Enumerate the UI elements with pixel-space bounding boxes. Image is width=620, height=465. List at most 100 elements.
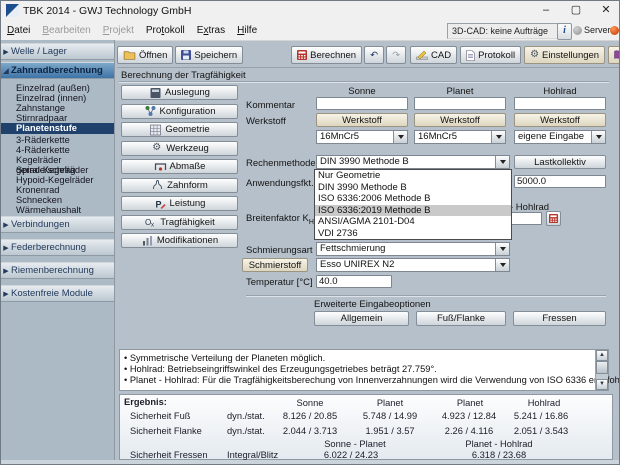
extended-fressen-button[interactable]: Fressen — [513, 311, 606, 326]
lubrication-type-select[interactable]: Fettschmierung — [316, 242, 510, 256]
nav-auslegung-button[interactable]: Auslegung — [121, 85, 238, 100]
row-type: dyn./stat. — [227, 426, 265, 436]
method-option[interactable]: ISO 6336:2006 Methode B — [315, 193, 511, 205]
nav-abmasse-button[interactable]: Abmaße — [121, 159, 238, 174]
column-header-sonne: Sonne — [316, 86, 408, 97]
load-spectrum-button[interactable]: Lastkollektiv — [514, 155, 606, 169]
arrow-up-icon: ▲ — [599, 352, 605, 358]
close-button[interactable]: ✕ — [593, 1, 619, 21]
protocol-button[interactable]: Protokoll — [460, 46, 521, 64]
nav-leistung-button[interactable]: P Leistung — [121, 196, 238, 211]
menu-projekt[interactable]: Projekt — [97, 25, 140, 36]
menu-bearbeiten[interactable]: Bearbeiten — [36, 25, 96, 36]
lubricant-button[interactable]: Schmierstoff — [242, 258, 308, 272]
minimize-button[interactable]: – — [533, 1, 559, 21]
sidebar-item-zahnstange[interactable]: Zahnstange — [1, 103, 114, 113]
lubricant-select[interactable]: Esso UNIREX N2 — [316, 258, 510, 272]
material-sonne-button[interactable]: Werkstoff — [316, 113, 408, 127]
maximize-button[interactable]: ▢ — [563, 1, 589, 21]
sidebar-item-schnecken[interactable]: Schnecken — [1, 195, 114, 205]
dropdown-arrow-icon — [596, 135, 602, 139]
comment-sonne-input[interactable] — [316, 97, 408, 110]
floppy-icon — [181, 50, 191, 60]
result-value: 8.126 / 20.85 — [265, 411, 355, 421]
nav-tragfaehigkeit-button[interactable]: Ox Tragfähigkeit — [121, 215, 238, 230]
method-select[interactable]: DIN 3990 Methode B — [316, 155, 510, 169]
nav-konfiguration-button[interactable]: Konfiguration — [121, 104, 238, 119]
scroll-down-button[interactable]: ▼ — [596, 379, 608, 390]
message-line: • Hohlrad: Betriebseingriffswinkel des E… — [124, 364, 437, 374]
open-button[interactable]: Öffnen — [117, 46, 173, 64]
pencil-icon — [416, 50, 428, 60]
redo-button[interactable]: ↷ — [386, 46, 406, 64]
menu-protokoll[interactable]: Protokoll — [140, 25, 191, 36]
nav-zahnform-button[interactable]: Zahnform — [121, 178, 238, 193]
method-option[interactable]: DIN 3990 Methode B — [315, 182, 511, 194]
extended-allgemein-button[interactable]: Allgemein — [314, 311, 409, 326]
extended-fuss-flanke-button[interactable]: Fuß/Flanke — [416, 311, 506, 326]
sidebar-item-stirnradpaar[interactable]: Stirnradpaar — [1, 113, 114, 123]
sidebar-header-federberechnung[interactable]: ▶Federberechnung — [1, 239, 114, 256]
material-planet-select[interactable]: 16MnCr5 — [414, 130, 506, 144]
nav-geometrie-button[interactable]: Geometrie — [121, 122, 238, 137]
power-icon: P — [154, 198, 167, 210]
sidebar-header-riemenberechnung[interactable]: ▶Riemenberechnung — [1, 262, 114, 279]
sidebar-header-welle-lager[interactable]: ▶Welle / Lager — [1, 43, 114, 60]
sidebar-item-einzelrad-innen[interactable]: Einzelrad (innen) — [1, 93, 114, 103]
sidebar-item-hypoid-kegelraeder[interactable]: Hypoid-Kegelräder — [1, 175, 114, 185]
main-toolbar: Öffnen Speichern Berechnen ↶ ↷ CAD Proto… — [117, 43, 620, 68]
width-factor-calc-button[interactable] — [546, 211, 561, 226]
method-option[interactable]: Nur Geometrie — [315, 170, 511, 182]
material-sonne-select[interactable]: 16MnCr5 — [316, 130, 408, 144]
material-label: Werkstoff — [246, 116, 286, 127]
settings-button[interactable]: ⚙ Einstellungen — [524, 46, 605, 64]
sidebar-item-planetenstufe[interactable]: Planetenstufe — [1, 123, 114, 134]
sidebar-item-spiral-kegelraeder[interactable]: Spiral-Kegelräder — [1, 165, 114, 175]
cad-button[interactable]: CAD — [410, 46, 457, 64]
temperature-input[interactable] — [316, 275, 392, 288]
menu-hilfe[interactable]: Hilfe — [231, 25, 263, 36]
sidebar-item-kegelraeder[interactable]: Kegelräder gerade/schräg — [1, 155, 114, 165]
modifications-chart-icon — [141, 235, 154, 247]
sidebar-item-waermehaushalt[interactable]: Wärmehaushalt — [1, 205, 114, 215]
material-hohlrad-button[interactable]: Werkstoff — [514, 113, 606, 127]
method-option-highlighted[interactable]: ISO 6336:2019 Methode B — [315, 205, 511, 217]
sidebar-item-4-raederkette[interactable]: 4-Räderkette — [1, 145, 114, 155]
sidebar-header-verbindungen[interactable]: ▶Verbindungen — [1, 216, 114, 233]
undo-button[interactable]: ↶ — [364, 46, 384, 64]
comment-hohlrad-input[interactable] — [514, 97, 606, 110]
sidebar-header-kostenfreie-module[interactable]: ▶Kostenfreie Module — [1, 285, 114, 302]
menu-datei[interactable]: Datei — [1, 25, 36, 36]
comment-planet-input[interactable] — [414, 97, 506, 110]
results-box: Ergebnis: Sonne Planet Planet Hohlrad Si… — [119, 394, 613, 460]
sidebar-item-einzelrad-aussen[interactable]: Einzelrad (außen) — [1, 83, 114, 93]
nav-werkzeug-button[interactable]: ⚙ Werkzeug — [121, 141, 238, 156]
help-button[interactable]: Hilfe — [608, 46, 620, 64]
tool-gear-icon: ⚙ — [150, 142, 163, 154]
results-title: Ergebnis: — [124, 397, 167, 407]
nav-modifikationen-button[interactable]: Modifikationen — [121, 233, 238, 248]
results-header-sonne: Sonne — [270, 398, 350, 408]
messages-scrollbar[interactable]: ▲ ▼ — [595, 350, 608, 390]
menu-extras[interactable]: Extras — [191, 25, 231, 36]
sidebar-header-zahnradberechnung[interactable]: ◢Zahnradberechnung — [1, 62, 114, 79]
method-option[interactable]: ANSI/AGMA 2101-D04 — [315, 216, 511, 228]
results-header-planet2: Planet — [430, 398, 510, 408]
module-sidebar: ▶Welle / Lager ◢Zahnradberechnung Einzel… — [1, 40, 115, 460]
save-button[interactable]: Speichern — [175, 46, 243, 64]
scroll-up-button[interactable]: ▲ — [596, 350, 608, 361]
material-hohlrad-select[interactable]: eigene Eingabe — [514, 130, 606, 144]
chevron-right-icon: ▶ — [1, 45, 11, 61]
method-option[interactable]: VDI 2736 — [315, 228, 511, 240]
material-planet-button[interactable]: Werkstoff — [414, 113, 506, 127]
scrollbar-thumb[interactable] — [596, 361, 608, 374]
calculate-button[interactable]: Berechnen — [291, 46, 362, 64]
info-button[interactable]: i — [557, 23, 572, 40]
sidebar-item-kronenrad[interactable]: Kronenrad — [1, 185, 114, 195]
result-value: 5.241 / 16.86 — [496, 411, 586, 421]
temperature-label: Temperatur [°C] — [246, 277, 313, 288]
design-icon — [149, 87, 162, 99]
result-value: 6.318 / 23.68 — [439, 450, 559, 460]
sidebar-item-3-raederkette[interactable]: 3-Räderkette — [1, 135, 114, 145]
life-input[interactable] — [514, 175, 606, 188]
